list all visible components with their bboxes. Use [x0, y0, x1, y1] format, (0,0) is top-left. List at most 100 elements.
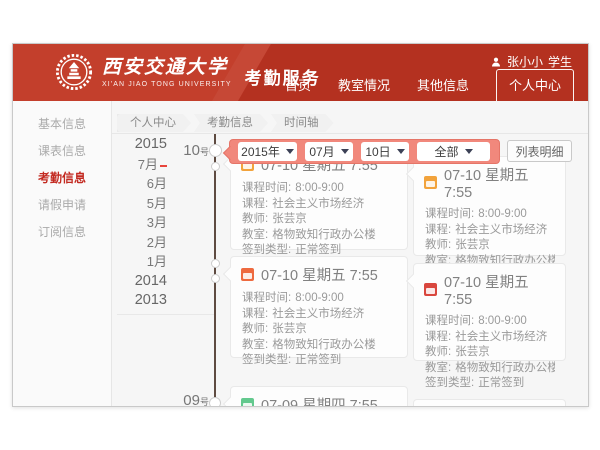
field-label: 教师: — [242, 323, 268, 335]
field-value: 正常签到 — [295, 354, 341, 366]
field-label: 课程: — [242, 198, 268, 210]
calendar-icon — [241, 398, 254, 407]
field-label: 教师: — [425, 239, 451, 251]
marker-suffix: 号 — [200, 397, 209, 407]
scope-dropdown[interactable]: 全部 — [417, 142, 490, 161]
month-1[interactable]: 1月 — [109, 252, 167, 272]
year-2013[interactable]: 2013 — [109, 291, 167, 311]
marker-day: 10 — [183, 142, 200, 159]
month-5[interactable]: 5月 — [109, 194, 167, 214]
field-value: 8:00-9:00 — [478, 315, 527, 327]
nav-home[interactable]: 首页 — [285, 75, 311, 101]
calendar-icon — [241, 268, 254, 281]
month-dropdown-value: 07月 — [309, 143, 334, 160]
app-window: 西安交通大学 XI'AN JIAO TONG UNIVERSITY 考勤服务 张… — [12, 43, 589, 407]
timeline-node — [211, 162, 220, 171]
field-value: 8:00-9:00 — [295, 292, 344, 304]
field-value: 格物致知行政办公楼 — [272, 339, 376, 351]
breadcrumb-personal-center[interactable]: 个人中心 — [117, 114, 191, 132]
app-header: 西安交通大学 XI'AN JIAO TONG UNIVERSITY 考勤服务 张… — [13, 44, 588, 101]
field-value: 社会主义市场经济 — [455, 331, 547, 343]
attendance-card[interactable]: 07-10 星期五 7:55 课程时间: 8:00-9:00 课程: 社会主义市场经… — [413, 156, 566, 256]
field-value: 社会主义市场经济 — [272, 308, 364, 320]
attendance-card-partial[interactable] — [413, 399, 566, 407]
user-role: 学生 — [548, 53, 572, 70]
marker-day: 09 — [183, 392, 200, 407]
field-value: 格物致知行政办公楼 — [272, 229, 376, 241]
field-value: 张芸京 — [455, 239, 490, 251]
calendar-icon — [424, 176, 437, 189]
breadcrumb-timeline[interactable]: 时间轴 — [271, 114, 334, 132]
field-value: 张芸京 — [272, 213, 307, 225]
marker-suffix: 号 — [200, 147, 209, 157]
attendance-card[interactable]: 07-09 星期四 7:55 — [230, 386, 408, 407]
month-6[interactable]: 6月 — [109, 174, 167, 194]
timeline-date-nav: 2015 7月 6月 5月 3月 2月 1月 2014 2013 — [109, 135, 167, 311]
field-label: 课程时间: — [425, 208, 474, 220]
list-detail-button[interactable]: 列表明细 — [507, 140, 572, 162]
field-label: 课程: — [425, 331, 451, 343]
card-date: 07-10 星期五 7:55 — [444, 271, 555, 308]
card-date: 07-09 星期四 7:55 — [261, 394, 378, 407]
nav-other-info[interactable]: 其他信息 — [417, 75, 469, 101]
breadcrumb-attendance-info[interactable]: 考勤信息 — [194, 114, 268, 132]
field-value: 社会主义市场经济 — [455, 224, 547, 236]
field-label: 课程时间: — [242, 182, 291, 194]
field-label: 教师: — [425, 346, 451, 358]
nav-personal-center-active[interactable]: 个人中心 — [496, 69, 574, 101]
field-label: 课程时间: — [425, 315, 474, 327]
field-value: 正常签到 — [295, 244, 341, 256]
field-label: 课程: — [425, 224, 451, 236]
year-2014[interactable]: 2014 — [109, 272, 167, 292]
page-canvas: 西安交通大学 XI'AN JIAO TONG UNIVERSITY 考勤服务 张… — [0, 0, 600, 450]
nav-classrooms[interactable]: 教室情况 — [338, 75, 390, 101]
day-dropdown-value: 10日 — [365, 143, 390, 160]
sidebar-item-leave-request[interactable]: 请假申请 — [13, 192, 111, 219]
brand-text: 西安交通大学 XI'AN JIAO TONG UNIVERSITY — [102, 57, 232, 88]
chevron-down-icon — [341, 149, 349, 154]
month-dropdown[interactable]: 07月 — [305, 142, 353, 161]
sidebar-item-basic-info[interactable]: 基本信息 — [13, 111, 111, 138]
card-date: 07-10 星期五 7:55 — [444, 164, 555, 201]
field-value: 格物致知行政办公楼 — [455, 362, 555, 374]
field-label: 课程时间: — [242, 292, 291, 304]
field-value: 正常签到 — [478, 377, 524, 389]
stamp-icon — [424, 283, 437, 296]
field-label: 教室: — [425, 362, 451, 374]
field-value: 8:00-9:00 — [478, 208, 527, 220]
month-7-current[interactable]: 7月 — [109, 155, 167, 175]
person-icon — [490, 56, 502, 68]
field-label: 教室: — [242, 229, 268, 241]
day-dropdown[interactable]: 10日 — [361, 142, 409, 161]
attendance-card[interactable]: 07-10 星期五 7:55 课程时间: 8:00-9:00 课程: 社会主义市场经… — [413, 263, 566, 361]
sidebar-item-subscription-info[interactable]: 订阅信息 — [13, 219, 111, 246]
field-value: 张芸京 — [455, 346, 490, 358]
filter-bar: 2015年 07月 10日 全部 — [229, 139, 500, 164]
field-label: 签到类型: — [425, 377, 474, 389]
field-value: 张芸京 — [272, 323, 307, 335]
field-label: 课程: — [242, 308, 268, 320]
timeline-node — [211, 259, 220, 268]
month-3[interactable]: 3月 — [109, 213, 167, 233]
timeline-node — [209, 397, 221, 407]
date-nav-divider — [117, 314, 215, 315]
chevron-down-icon — [465, 149, 473, 154]
sidebar: 基本信息 课表信息 考勤信息 请假申请 订阅信息 — [13, 101, 112, 406]
timeline-node — [209, 144, 222, 157]
year-dropdown[interactable]: 2015年 — [238, 142, 297, 161]
university-logo-icon — [55, 53, 93, 91]
university-name-en: XI'AN JIAO TONG UNIVERSITY — [102, 81, 232, 88]
field-label: 教师: — [242, 213, 268, 225]
chevron-down-icon — [397, 149, 405, 154]
attendance-card[interactable]: 07-10 星期五 7:55 课程时间:8:00-9:00 课程:社会主义市场经… — [230, 256, 408, 358]
sidebar-item-schedule-info[interactable]: 课表信息 — [13, 138, 111, 165]
field-label: 签到类型: — [242, 244, 291, 256]
breadcrumb: 个人中心 考勤信息 时间轴 — [117, 114, 334, 132]
scope-dropdown-value: 全部 — [434, 143, 458, 160]
timeline-node — [211, 274, 220, 283]
breadcrumb-divider — [112, 133, 589, 134]
year-2015[interactable]: 2015 — [109, 135, 167, 155]
sidebar-item-attendance-info[interactable]: 考勤信息 — [13, 165, 111, 192]
user-chip[interactable]: 张小小 学生 — [490, 53, 572, 70]
month-2[interactable]: 2月 — [109, 233, 167, 253]
